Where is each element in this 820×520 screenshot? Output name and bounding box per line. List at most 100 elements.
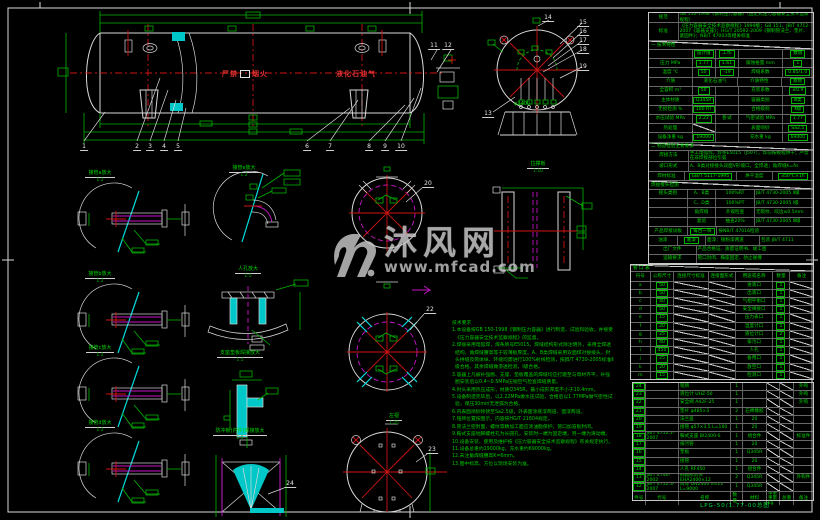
table-cell (765, 441, 780, 449)
table-cell: 全容积 m³ (659, 88, 682, 94)
table-cell: 15 (649, 314, 674, 322)
table-cell: 接管 (677, 457, 730, 465)
table-cell: 100 RT (691, 105, 715, 114)
technical-characteristics-table: 规范 GB 150-1998《钢制压力容器》（固定式压力容器安全技术监察规程） 标准… (648, 12, 814, 264)
table-cell: 数值 (781, 49, 813, 59)
table-cell (707, 338, 736, 347)
table-cell (792, 415, 813, 424)
detail-label: 接管d放大 1:2 (56, 420, 144, 434)
table-cell: 放空口 (735, 363, 771, 371)
table-cell (673, 363, 708, 371)
table-cell: GB/T 5117-1995 (683, 172, 736, 181)
table-cell: 表面喷砂 (738, 124, 782, 133)
table-cell: 25 (649, 330, 674, 338)
table-cell (765, 457, 780, 465)
table-cell: 铭牌 (677, 383, 730, 391)
table-row: 16 垫板 1 Q345R (633, 448, 813, 457)
table-cell (707, 363, 736, 371)
table-cell (765, 474, 780, 483)
table-cell (707, 347, 736, 355)
part-balloon: 6 (303, 143, 311, 151)
table-cell: 接管 φ57×3.5 L=160 (677, 424, 730, 432)
table-cell: Q345R (691, 96, 715, 105)
table-cell (707, 281, 736, 289)
part-balloon: 18 (577, 46, 589, 54)
table-cell: 腐蚀裕量 mm (738, 59, 782, 68)
table-cell: 热处理 (663, 125, 678, 131)
table-cell: 50 (691, 86, 715, 96)
table-cell: 50 (649, 306, 674, 314)
table-row: 19 接管 φ57×3.5 L=160 1 20 (633, 423, 813, 432)
table-cell: 备注 (789, 272, 813, 281)
detail-sector (215, 455, 287, 517)
table-cell (789, 338, 813, 347)
table-cell: 气密试验 MPa (738, 114, 782, 124)
table-cell (789, 297, 813, 306)
table-cell: 二 制造检验主要要求 (649, 142, 813, 150)
table-cell: GB 150-1998《钢制压力容器》（固定式压力容器安全技术监察规程） (677, 13, 814, 22)
table-cell: 设备净重 kg (657, 134, 683, 140)
table-cell (779, 424, 793, 432)
table-cell (673, 281, 708, 289)
table-cell (707, 297, 736, 306)
table-cell: JB/T 4730-2005 Ⅱ级 (753, 189, 813, 199)
table-cell: 69000 (781, 133, 813, 142)
table-cell: 椭圆形封头 EHA2400×12 (677, 474, 730, 483)
table-cell (644, 407, 678, 415)
table-cell (649, 208, 687, 216)
table-cell (649, 199, 687, 207)
table-cell: 管 口 表 (631, 265, 813, 272)
tank-warning-label: 严禁 烟火 (222, 70, 268, 78)
table-cell: 卧试 (714, 114, 738, 124)
table-cell: 底漆 (676, 236, 706, 245)
detail-label: 防冲板(内件)焊接放大 1:5 (196, 428, 284, 442)
table-cell: 0.85/1.0 (781, 68, 813, 77)
table-cell: 接头类别 (658, 191, 678, 197)
table-cell: 面漆：银粉漆两道 (705, 236, 759, 245)
table-cell: 外购 (792, 399, 813, 407)
table-row: 15 接管 1 20 (633, 456, 813, 465)
table-cell (789, 347, 813, 355)
table-cell: 20 (649, 322, 674, 330)
table-cell (792, 441, 813, 449)
table-cell (649, 50, 692, 58)
table-cell (649, 218, 687, 226)
table-cell: 1.77 (691, 59, 715, 68)
table-cell (765, 449, 780, 457)
part-balloon: 14 (542, 14, 554, 22)
table-cell: 19000 (691, 133, 715, 142)
table-cell: 1.77 (781, 114, 813, 124)
table-cell: 1 (771, 322, 790, 330)
detail-d (77, 432, 190, 504)
table-cell (765, 407, 780, 415)
table-row: 全容积 m³ 50 充装系数 ≤0.9 (649, 85, 813, 96)
table-cell (714, 86, 738, 96)
table-cell: 主体材质 (661, 97, 680, 103)
table-cell: 焊缝系数 (738, 68, 782, 77)
table-cell: 外观检查 (715, 208, 754, 217)
table-row: 复验 抽查20% JB/T 4730-2005 Ⅲ级 (649, 216, 813, 226)
table-row: c 40 气相平衡口 1 (631, 296, 813, 306)
part-balloon: 8 (365, 143, 373, 151)
table-cell (779, 407, 793, 415)
table-cell (779, 383, 793, 391)
table-cell: 按NB/T 47016检验 (716, 226, 813, 236)
table-row: e 15 压力表口 1 (631, 313, 813, 322)
table-cell: 充装系数 (738, 86, 782, 96)
table-cell: 安全阀接口 (735, 306, 771, 314)
table-row: 主体材质 Q345R 容器类别 Ⅲ类 (649, 95, 813, 105)
table-cell: 1 (771, 297, 790, 306)
technical-notes: 技术要求 1.本设备按GB 150-1998《钢制压力容器》进行制造、试验和验收… (452, 321, 614, 467)
table-row: i 450 人孔 1 (631, 346, 813, 355)
part-balloon: 17 (577, 37, 589, 45)
table-cell (644, 383, 678, 391)
table-cell: 1 (730, 441, 742, 449)
table-row: 20 法兰盖 1 20 (633, 414, 813, 424)
table-cell: 50 (649, 281, 674, 289)
table-cell: 合格级别 (738, 105, 782, 114)
table-cell: 20 (742, 415, 766, 424)
table-row: 压力 MPa 1.77 1.61 腐蚀裕量 mm 1 (649, 58, 813, 68)
table-cell: JB/T 4730-2005 Ⅰ级 (753, 199, 813, 208)
table-cell: 15 (649, 371, 674, 379)
table-cell: 检测口 (735, 371, 771, 379)
